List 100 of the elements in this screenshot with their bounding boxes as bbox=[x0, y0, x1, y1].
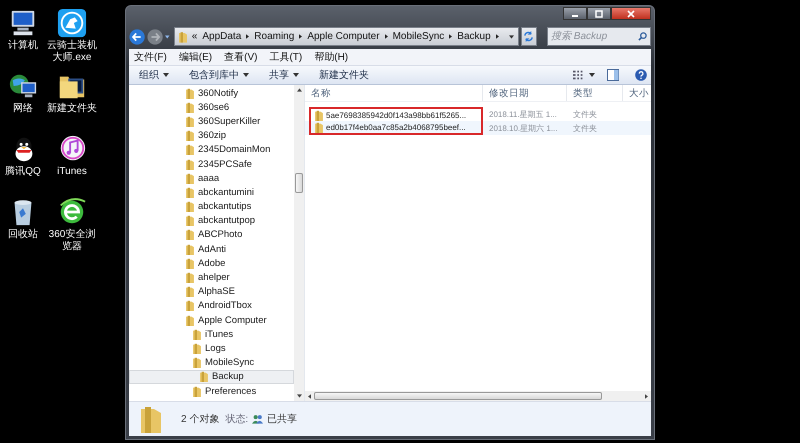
address-bar[interactable]: « AppData Roaming Apple Computer MobileSync Backup bbox=[174, 27, 519, 46]
dropdown-caret-icon[interactable] bbox=[508, 34, 514, 38]
folder-icon bbox=[141, 405, 161, 433]
folder-tree-item[interactable]: 2345DomainMon bbox=[129, 142, 294, 157]
column-header[interactable]: 类型 bbox=[567, 85, 623, 101]
overflow-chevron[interactable]: « bbox=[192, 31, 198, 42]
maximize-button[interactable] bbox=[587, 7, 611, 20]
column-header[interactable]: 修改日期 bbox=[483, 85, 567, 101]
breadcrumb-arrow-icon[interactable] bbox=[299, 34, 302, 39]
forward-button[interactable] bbox=[147, 28, 164, 46]
refresh-button[interactable] bbox=[520, 27, 537, 46]
folder-tree-item[interactable]: Adobe bbox=[129, 256, 294, 270]
close-icon bbox=[626, 10, 636, 18]
desktop-icon-label[interactable]: 计算机 bbox=[0, 40, 48, 52]
scroll-right-arrow-icon[interactable] bbox=[645, 394, 648, 398]
folder-tree-item[interactable]: Apple Computer bbox=[129, 313, 294, 328]
folder-icon bbox=[186, 88, 194, 99]
caret-icon[interactable] bbox=[589, 73, 595, 77]
horse-rider-icon[interactable] bbox=[57, 8, 87, 38]
menu-item[interactable]: 工具(T) bbox=[269, 50, 302, 64]
refresh-icon bbox=[523, 31, 534, 42]
menu-item[interactable]: 文件(F) bbox=[134, 50, 167, 64]
folder-tree-item[interactable]: MobileSync bbox=[129, 356, 294, 370]
history-caret-icon[interactable] bbox=[165, 34, 170, 38]
desktop-icon-label[interactable]: iTunes bbox=[47, 166, 97, 178]
folder-icon bbox=[186, 158, 194, 170]
vertical-scrollbar[interactable] bbox=[294, 85, 304, 401]
horizontal-scrollbar[interactable] bbox=[305, 391, 651, 401]
desktop-icon-label[interactable]: 网络 bbox=[0, 103, 48, 115]
folder-tree-item[interactable]: abckantutpop bbox=[129, 214, 294, 228]
folder-tree-item[interactable]: AlphaSE bbox=[129, 284, 294, 299]
desktop-icon-label[interactable]: 腾讯QQ bbox=[0, 166, 48, 178]
folder-icon bbox=[186, 258, 194, 269]
folder-tree-item[interactable]: aaaa bbox=[129, 171, 294, 186]
folder-icon bbox=[200, 371, 208, 382]
folder-tree-item[interactable]: abckantumini bbox=[129, 185, 294, 200]
folder-tree-item[interactable]: 360Notify bbox=[129, 86, 294, 100]
desktop-icon-label[interactable]: 360安全浏览器 bbox=[47, 229, 97, 253]
folder-tree-item[interactable]: ABCPhoto bbox=[129, 228, 294, 242]
back-button[interactable] bbox=[129, 28, 146, 46]
breadcrumb-arrow-icon[interactable] bbox=[496, 34, 499, 39]
folder-icon bbox=[186, 300, 194, 312]
folder-tree-item[interactable]: ahelper bbox=[129, 270, 294, 285]
column-header[interactable]: 名称 bbox=[305, 85, 483, 101]
desktop-icon-label[interactable]: 新建文件夹 bbox=[47, 103, 97, 115]
folder-tree-item[interactable]: Preferences bbox=[129, 384, 294, 398]
breadcrumb-arrow-icon[interactable] bbox=[384, 34, 388, 39]
breadcrumb[interactable]: Backup bbox=[457, 31, 491, 42]
toolbar-button[interactable]: 包含到库中 bbox=[185, 68, 253, 82]
caret-icon bbox=[243, 73, 249, 77]
caret-icon bbox=[293, 73, 299, 77]
scroll-thumb[interactable] bbox=[314, 392, 602, 400]
folder-icon bbox=[186, 130, 194, 142]
scroll-up-arrow-icon[interactable] bbox=[296, 88, 302, 92]
folder-icon bbox=[186, 215, 194, 226]
help-icon[interactable] bbox=[635, 69, 647, 81]
date-cell-text: 2018.10.星期六 1... bbox=[488, 122, 558, 134]
scroll-left-arrow-icon[interactable] bbox=[308, 394, 311, 398]
folder-icon bbox=[186, 116, 194, 127]
breadcrumb[interactable]: Apple Computer bbox=[307, 31, 380, 42]
menu-item[interactable]: 查看(V) bbox=[224, 50, 258, 64]
folder-icon bbox=[193, 342, 201, 354]
folder-tree-item[interactable]: 360SuperKiller bbox=[129, 114, 294, 129]
folder-tree-item[interactable]: Logs bbox=[129, 341, 294, 356]
toolbar-button[interactable]: 共享 bbox=[265, 68, 303, 82]
folder-tree-item[interactable]: 360se6 bbox=[129, 100, 294, 114]
folder-tree-item[interactable]: abckantutips bbox=[129, 200, 294, 214]
breadcrumb-arrow-icon[interactable] bbox=[246, 34, 250, 39]
preview-pane-icon[interactable] bbox=[607, 69, 619, 81]
breadcrumb[interactable]: MobileSync bbox=[392, 31, 444, 42]
search-icon bbox=[638, 32, 647, 41]
folder-tree-item[interactable]: Backup bbox=[129, 370, 294, 384]
desktop-icon-label[interactable]: 云骑士装机大师.exe bbox=[47, 40, 97, 64]
file-name-cell: ed0b17f4eb0aa7c85a2b4068795beef... bbox=[309, 121, 483, 135]
caret-icon bbox=[163, 73, 169, 77]
folder-tree-item[interactable]: iTunes bbox=[129, 327, 294, 342]
folder-tree-item[interactable]: 2345PCSafe bbox=[129, 156, 294, 172]
folder-tree-item[interactable]: AdAnti bbox=[129, 242, 294, 256]
breadcrumb[interactable]: Roaming bbox=[254, 31, 294, 42]
desktop-icon-label[interactable]: 回收站 bbox=[0, 229, 48, 241]
type-cell-text: 文件夹 bbox=[572, 108, 598, 120]
menu-item[interactable]: 帮助(H) bbox=[314, 50, 348, 64]
folder-tree-item[interactable]: 360zip bbox=[129, 128, 294, 143]
date-cell-text: 2018.11.星期五 1... bbox=[488, 108, 558, 120]
scroll-down-arrow-icon[interactable] bbox=[296, 394, 302, 398]
view-options-icon[interactable] bbox=[573, 69, 585, 81]
folder-icon bbox=[186, 172, 194, 184]
file-row[interactable]: ed0b17f4eb0aa7c85a2b4068795beef... 2018.10.星期六 1... 文件夹 bbox=[305, 121, 651, 135]
folder-tree-item[interactable]: AndroidTbox bbox=[129, 298, 294, 313]
search-field[interactable]: 搜索 Backup bbox=[547, 27, 651, 46]
breadcrumb[interactable]: AppData bbox=[202, 31, 242, 42]
scroll-thumb[interactable] bbox=[295, 173, 303, 193]
toolbar-button[interactable]: 组织 bbox=[135, 68, 173, 82]
minimize-button[interactable] bbox=[563, 7, 587, 20]
menu-item[interactable]: 编辑(E) bbox=[178, 50, 212, 64]
close-button[interactable] bbox=[611, 7, 651, 20]
folder-icon bbox=[186, 286, 194, 298]
toolbar-button[interactable]: 新建文件夹 bbox=[315, 68, 373, 82]
breadcrumb-arrow-icon[interactable] bbox=[449, 34, 452, 39]
column-header[interactable]: 大小 bbox=[623, 85, 651, 101]
